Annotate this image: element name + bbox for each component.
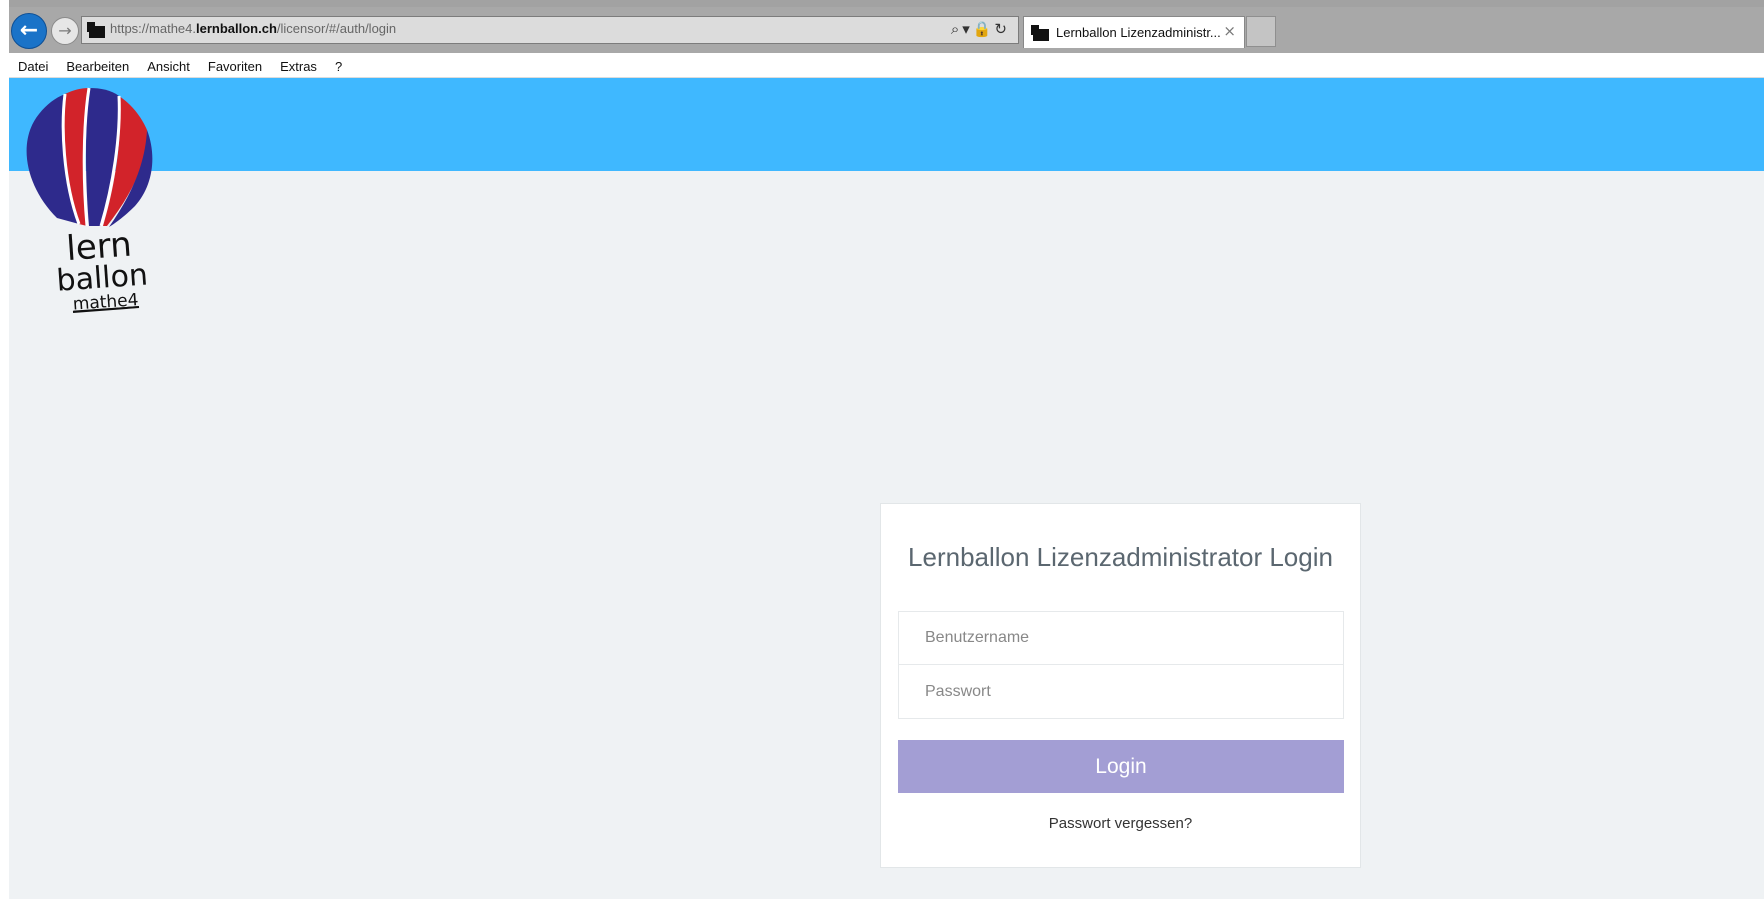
tab-favicon-icon: [1031, 25, 1049, 41]
menu-ansicht[interactable]: Ansicht: [138, 53, 199, 74]
page-content: lern ballon mathe4 Lernballon Lizenzadmi…: [9, 78, 1764, 899]
menu-bearbeiten[interactable]: Bearbeiten: [57, 53, 138, 74]
close-icon[interactable]: ×: [1223, 22, 1236, 40]
menu-help[interactable]: ?: [326, 53, 351, 74]
forward-button[interactable]: →: [51, 17, 79, 45]
forgot-password-link[interactable]: Passwort vergessen?: [881, 815, 1360, 832]
address-tools-icon[interactable]: ⌕▾🔒↻: [951, 20, 1010, 38]
back-button[interactable]: ←: [11, 13, 47, 49]
login-card: Lernballon Lizenzadministrator Login Log…: [880, 503, 1361, 868]
back-arrow-icon: ←: [19, 18, 39, 43]
lernballon-logo[interactable]: lern ballon mathe4: [17, 86, 177, 334]
browser-chrome: ← → https://mathe4.lernballon.ch/licenso…: [9, 0, 1764, 78]
menu-bar: Datei Bearbeiten Ansicht Favoriten Extras?: [9, 53, 1764, 78]
site-favicon-icon: [87, 22, 105, 38]
login-title: Lernballon Lizenzadministrator Login: [908, 542, 1333, 572]
menu-datei[interactable]: Datei: [9, 53, 57, 74]
address-bar[interactable]: https://mathe4.lernballon.ch/licensor/#/…: [81, 16, 1019, 44]
url-text[interactable]: https://mathe4.lernballon.ch/licensor/#/…: [110, 21, 396, 36]
tab-lernballon[interactable]: Lernballon Lizenzadministr... ×: [1023, 16, 1245, 48]
menu-extras[interactable]: Extras: [271, 53, 326, 74]
menu-favoriten[interactable]: Favoriten: [199, 53, 271, 74]
username-input[interactable]: [898, 611, 1344, 665]
tab-title: Lernballon Lizenzadministr...: [1056, 25, 1221, 40]
new-tab-button[interactable]: [1246, 16, 1276, 47]
password-input[interactable]: [898, 665, 1344, 719]
header-band: [9, 78, 1764, 171]
forward-arrow-icon: →: [58, 21, 72, 40]
login-button[interactable]: Login: [898, 740, 1344, 793]
